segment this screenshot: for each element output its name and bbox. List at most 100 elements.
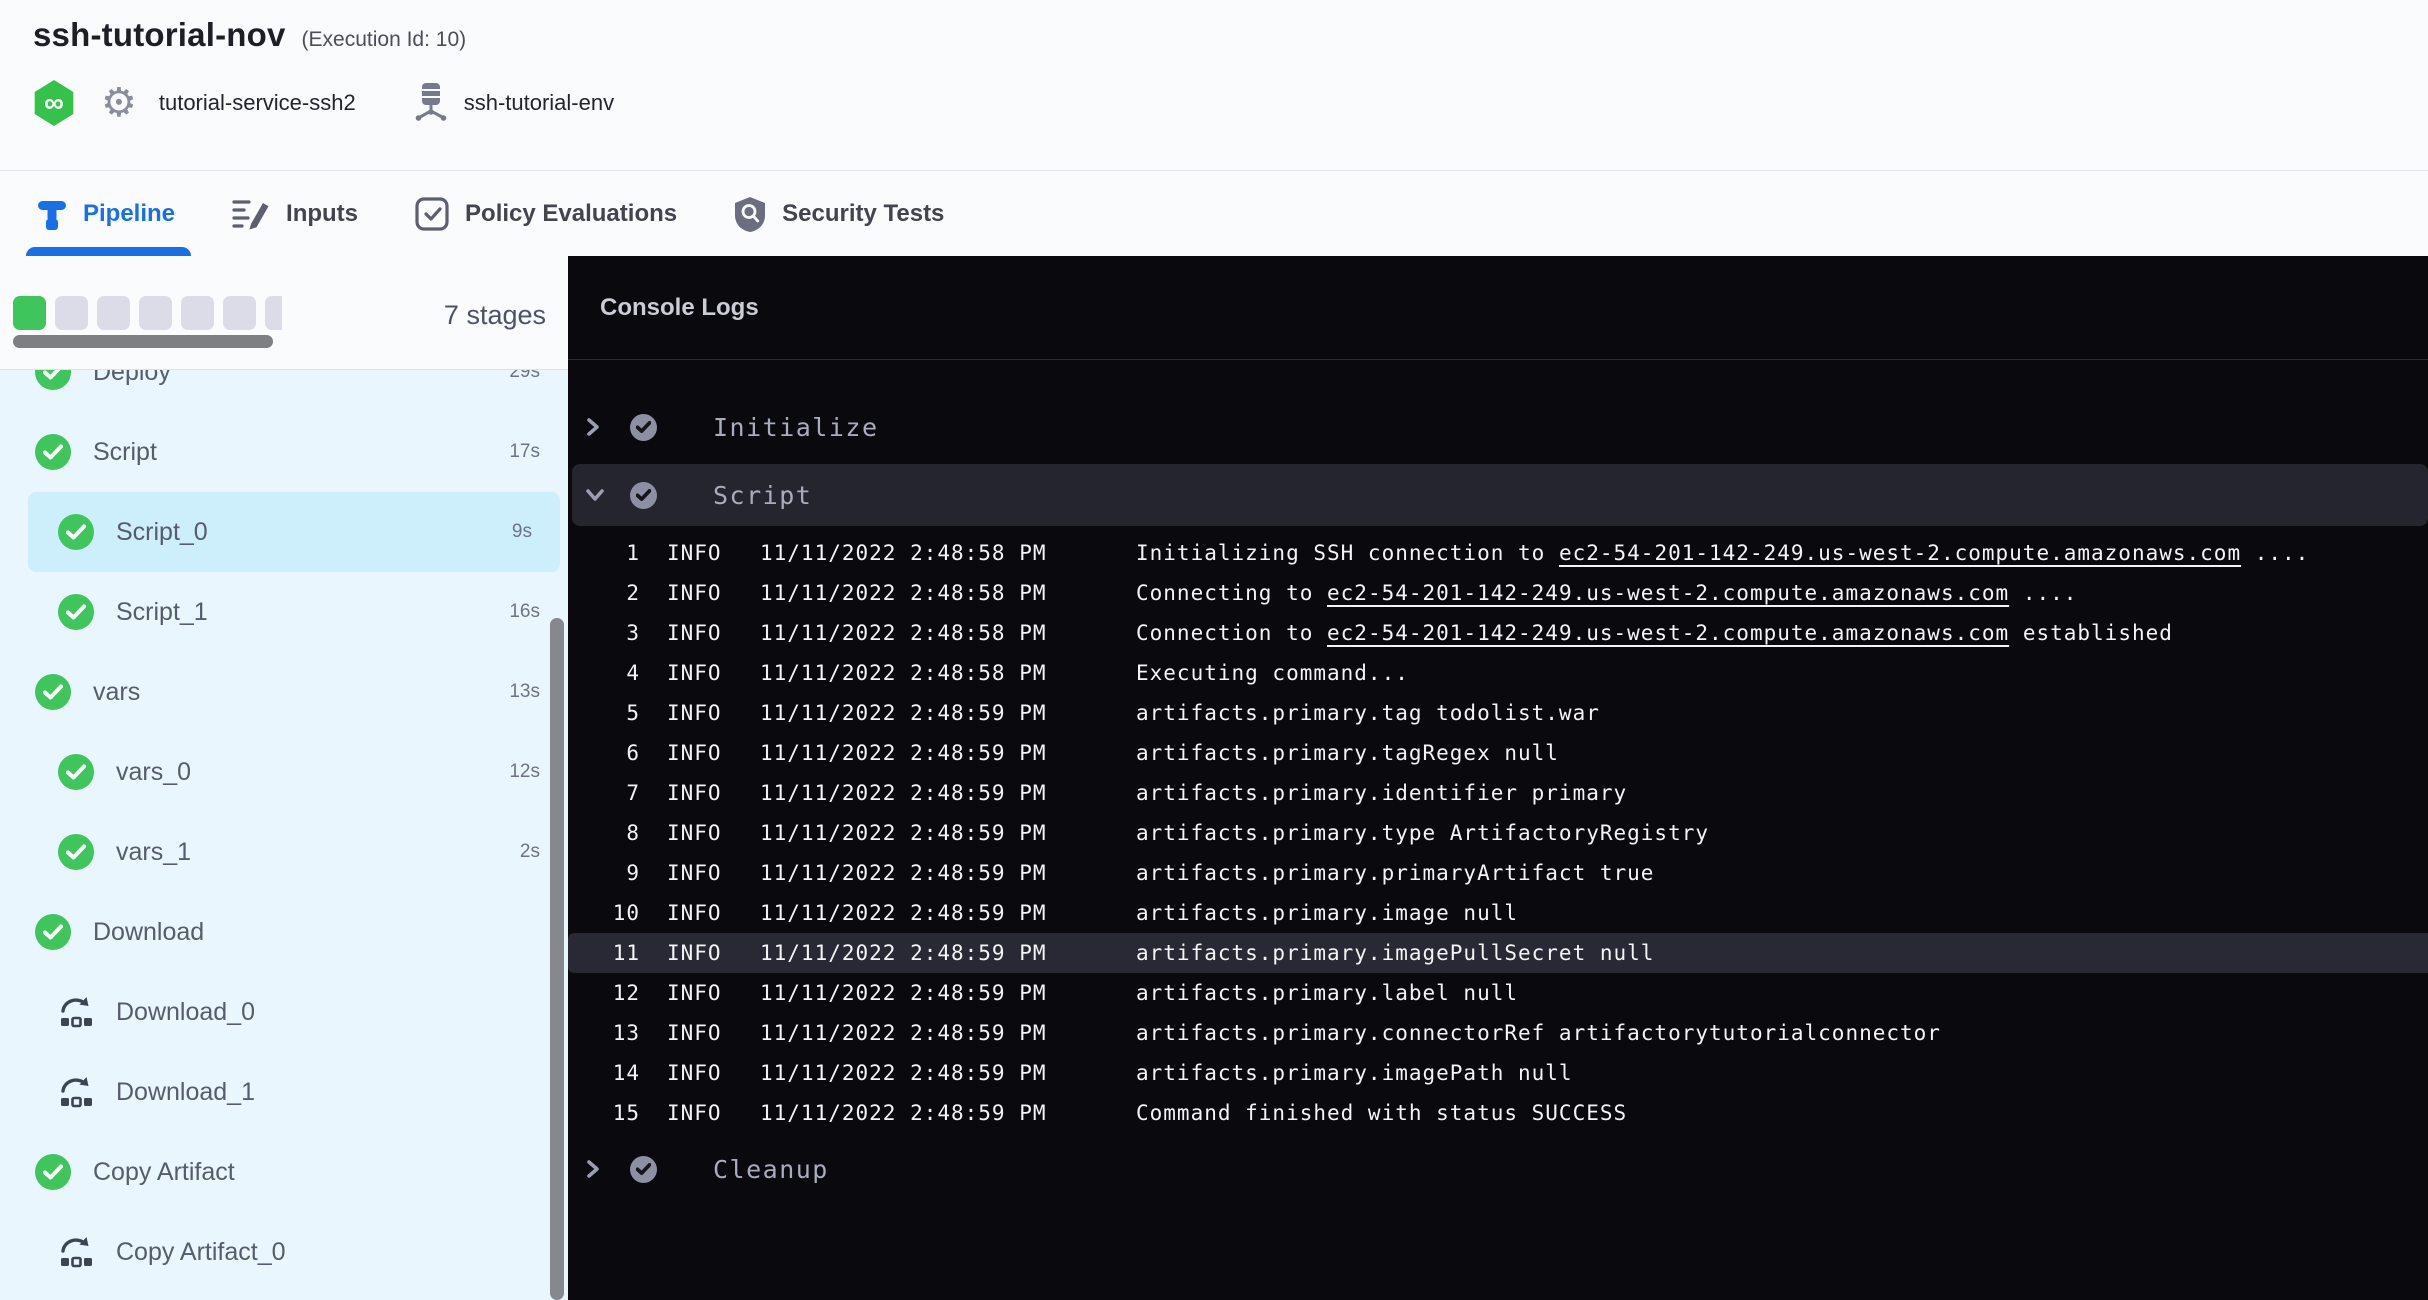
stage-row-copy-artifact-0[interactable]: Copy Artifact_0 <box>0 1212 568 1292</box>
success-check-icon <box>35 434 71 470</box>
looping-step-icon <box>58 996 94 1028</box>
log-section-cleanup[interactable]: Cleanup <box>568 1138 2428 1200</box>
log-message: artifacts.primary.tag todolist.war <box>1136 701 1600 725</box>
log-level: INFO <box>667 1021 760 1045</box>
log-line-8: 8INFO11/11/2022 2:48:59 PMartifacts.prim… <box>568 813 2428 853</box>
log-line-14: 14INFO11/11/2022 2:48:59 PMartifacts.pri… <box>568 1053 2428 1093</box>
environment-label[interactable]: ssh-tutorial-env <box>464 90 614 116</box>
stage-duration: 12s <box>509 761 540 783</box>
log-level: INFO <box>667 861 760 885</box>
section-success-check-icon <box>630 482 657 509</box>
stage-progress-segment <box>265 296 282 330</box>
stage-progress-segments <box>13 296 282 330</box>
stage-row-copy-artifact[interactable]: Copy Artifact <box>0 1132 568 1212</box>
tab-label: Pipeline <box>83 200 175 228</box>
stage-label: Script <box>93 438 157 467</box>
cd-pipeline-icon: ∞ <box>33 80 75 126</box>
host-link[interactable]: ec2-54-201-142-249.us-west-2.compute.ama… <box>1327 621 2009 645</box>
stage-label: Copy Artifact <box>93 1158 235 1187</box>
log-level: INFO <box>667 941 760 965</box>
log-message: Connection to ec2-54-201-142-249.us-west… <box>1136 621 2173 645</box>
tab-label: Policy Evaluations <box>465 200 677 228</box>
line-number: 15 <box>568 1101 640 1125</box>
stage-row-vars[interactable]: vars13s <box>0 652 568 732</box>
vertical-scrollbar[interactable] <box>550 618 564 1300</box>
log-timestamp: 11/11/2022 2:48:59 PM <box>760 861 1136 885</box>
execution-tab-bar: Pipeline Inputs Policy Evaluations Security… <box>0 170 2428 256</box>
tab-policy[interactable]: Policy Evaluations <box>414 171 677 256</box>
stage-progress-segment <box>223 296 256 330</box>
log-line-4: 4INFO11/11/2022 2:48:58 PMExecuting comm… <box>568 653 2428 693</box>
stage-row-download-0[interactable]: Download_0 <box>0 972 568 1052</box>
host-link[interactable]: ec2-54-201-142-249.us-west-2.compute.ama… <box>1559 541 2241 565</box>
tab-pipeline[interactable]: Pipeline <box>36 171 175 256</box>
environment-icon <box>412 81 450 126</box>
log-timestamp: 11/11/2022 2:48:59 PM <box>760 821 1136 845</box>
stage-row-script[interactable]: Script 17s <box>0 412 568 492</box>
chevron-down-icon[interactable] <box>584 486 606 504</box>
gear-icon: ⚙ <box>101 83 137 123</box>
line-number: 12 <box>568 981 640 1005</box>
stage-duration: 17s <box>509 441 540 463</box>
success-check-icon <box>58 514 94 550</box>
stage-label: Script_1 <box>116 598 208 627</box>
stage-row-deploy[interactable]: Deploy29s <box>0 370 568 412</box>
section-success-check-icon <box>630 1156 657 1183</box>
log-timestamp: 11/11/2022 2:48:59 PM <box>760 901 1136 925</box>
success-check-icon <box>35 674 71 710</box>
log-section-initialize[interactable]: Initialize <box>568 396 2428 458</box>
log-timestamp: 11/11/2022 2:48:59 PM <box>760 741 1136 765</box>
success-check-icon <box>35 370 71 390</box>
stage-label: Download <box>93 918 204 947</box>
log-line-1: 1INFO11/11/2022 2:48:58 PMInitializing S… <box>568 533 2428 573</box>
stage-duration: 9s <box>512 521 532 543</box>
stage-row-script-0[interactable]: Script_09s <box>28 492 560 572</box>
stage-row-download[interactable]: Download <box>0 892 568 972</box>
stage-label: vars <box>93 678 140 707</box>
log-timestamp: 11/11/2022 2:48:58 PM <box>760 581 1136 605</box>
log-message: artifacts.primary.imagePullSecret null <box>1136 941 1654 965</box>
log-timestamp: 11/11/2022 2:48:59 PM <box>760 1101 1136 1125</box>
stage-duration: 29s <box>509 370 540 383</box>
log-section-script[interactable]: Script <box>572 464 2428 526</box>
chevron-right-icon[interactable] <box>584 1158 606 1180</box>
log-line-15: 15INFO11/11/2022 2:48:59 PMCommand finis… <box>568 1093 2428 1133</box>
tab-inputs[interactable]: Inputs <box>231 171 358 256</box>
stage-row-script-1[interactable]: Script_116s <box>0 572 568 652</box>
line-number: 8 <box>568 821 640 845</box>
log-message: Command finished with status SUCCESS <box>1136 1101 1627 1125</box>
host-link[interactable]: ec2-54-201-142-249.us-west-2.compute.ama… <box>1327 581 2009 605</box>
log-timestamp: 11/11/2022 2:48:59 PM <box>760 941 1136 965</box>
line-number: 13 <box>568 1021 640 1045</box>
log-level: INFO <box>667 821 760 845</box>
line-number: 5 <box>568 701 640 725</box>
log-line-11: 11INFO11/11/2022 2:48:59 PMartifacts.pri… <box>568 933 2428 973</box>
log-level: INFO <box>667 901 760 925</box>
stage-row-vars-1[interactable]: vars_12s <box>0 812 568 892</box>
log-level: INFO <box>667 621 760 645</box>
log-line-5: 5INFO11/11/2022 2:48:59 PMartifacts.prim… <box>568 693 2428 733</box>
tab-security[interactable]: Security Tests <box>733 171 944 256</box>
log-level: INFO <box>667 781 760 805</box>
log-level: INFO <box>667 741 760 765</box>
section-name: Initialize <box>713 413 879 442</box>
console-logs-panel: Console Logs InitializeScript1INFO11/11/… <box>568 256 2428 1300</box>
stage-label: vars_1 <box>116 838 191 867</box>
horizontal-scrollbar[interactable] <box>13 335 273 348</box>
log-level: INFO <box>667 981 760 1005</box>
service-label[interactable]: tutorial-service-ssh2 <box>159 90 356 116</box>
stage-list: Deploy29sScript17sScript_09sScript_116sv… <box>0 370 568 1300</box>
chevron-right-icon[interactable] <box>584 416 606 438</box>
section-name: Cleanup <box>713 1155 829 1184</box>
pipeline-tab-icon <box>36 197 68 231</box>
stages-count-label: 7 stages <box>444 300 546 331</box>
line-number: 10 <box>568 901 640 925</box>
log-level: INFO <box>667 1061 760 1085</box>
execution-id-label: (Execution Id: 10) <box>302 28 467 52</box>
log-timestamp: 11/11/2022 2:48:58 PM <box>760 621 1136 645</box>
log-message: Initializing SSH connection to ec2-54-20… <box>1136 541 2309 565</box>
section-name: Script <box>713 481 812 510</box>
log-line-2: 2INFO11/11/2022 2:48:58 PMConnecting to … <box>568 573 2428 613</box>
stage-row-vars-0[interactable]: vars_012s <box>0 732 568 812</box>
stage-row-download-1[interactable]: Download_1 <box>0 1052 568 1132</box>
